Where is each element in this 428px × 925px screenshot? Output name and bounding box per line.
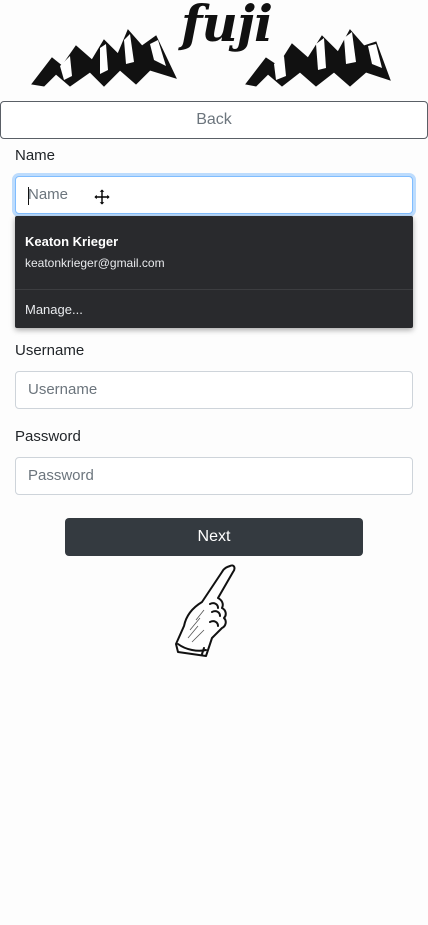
move-cursor-icon — [94, 189, 110, 205]
autofill-entry-name: Keaton Krieger — [25, 234, 119, 249]
username-input[interactable]: Username — [15, 371, 413, 409]
name-label: Name — [15, 147, 56, 164]
logo-wordmark: fuji — [181, 0, 273, 53]
password-placeholder: Password — [28, 467, 94, 484]
pointing-hand-icon — [175, 564, 236, 657]
logo-banner: fuji — [0, 0, 428, 96]
username-label: Username — [15, 342, 85, 359]
username-placeholder: Username — [28, 381, 98, 398]
password-input[interactable]: Password — [15, 457, 413, 495]
next-button[interactable]: Next — [65, 518, 363, 556]
name-placeholder: Name — [28, 186, 69, 203]
autofill-entry-email: keatonkrieger@gmail.com — [25, 256, 165, 270]
name-input[interactable]: Name — [15, 176, 413, 214]
password-label: Password — [15, 428, 81, 445]
back-button[interactable]: Back — [0, 101, 428, 139]
autofill-dropdown: Keaton Krieger keatonkrieger@gmail.com M… — [15, 216, 413, 328]
autofill-divider — [15, 289, 413, 290]
autofill-manage-option[interactable]: Manage... — [25, 302, 83, 317]
text-caret — [28, 187, 29, 205]
